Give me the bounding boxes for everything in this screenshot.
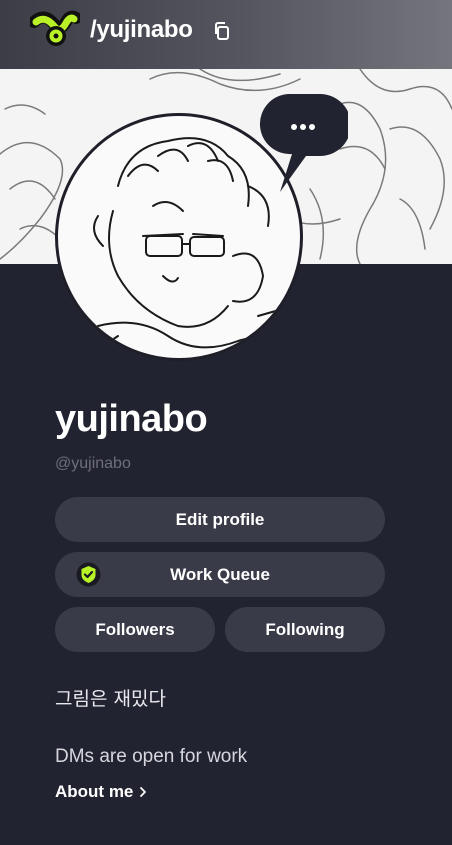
edit-profile-button[interactable]: Edit profile bbox=[55, 497, 385, 542]
user-handle: @yujinabo bbox=[55, 455, 131, 472]
bio-tagline: 그림은 재밌다 bbox=[55, 688, 166, 710]
ellipsis-icon bbox=[291, 124, 315, 130]
followers-label: Followers bbox=[95, 619, 175, 639]
about-me-label: About me bbox=[55, 782, 134, 801]
copy-icon[interactable] bbox=[212, 21, 232, 41]
vgen-logo-icon[interactable] bbox=[30, 10, 80, 50]
top-bar: /yujinabo bbox=[0, 0, 452, 69]
work-queue-label: Work Queue bbox=[170, 564, 270, 584]
about-me-link[interactable]: About me bbox=[55, 782, 147, 802]
more-options-button[interactable] bbox=[258, 94, 348, 194]
chevron-right-icon bbox=[140, 787, 147, 797]
site-path-title: /yujinabo bbox=[90, 16, 193, 43]
edit-profile-label: Edit profile bbox=[175, 509, 265, 529]
work-queue-button[interactable]: Work Queue bbox=[55, 552, 385, 597]
following-button[interactable]: Following bbox=[225, 607, 385, 652]
following-label: Following bbox=[265, 619, 345, 639]
dm-note: DMs are open for work bbox=[55, 746, 248, 767]
followers-button[interactable]: Followers bbox=[55, 607, 215, 652]
verified-check-icon bbox=[76, 562, 101, 587]
display-name: yujinabo bbox=[55, 398, 208, 440]
